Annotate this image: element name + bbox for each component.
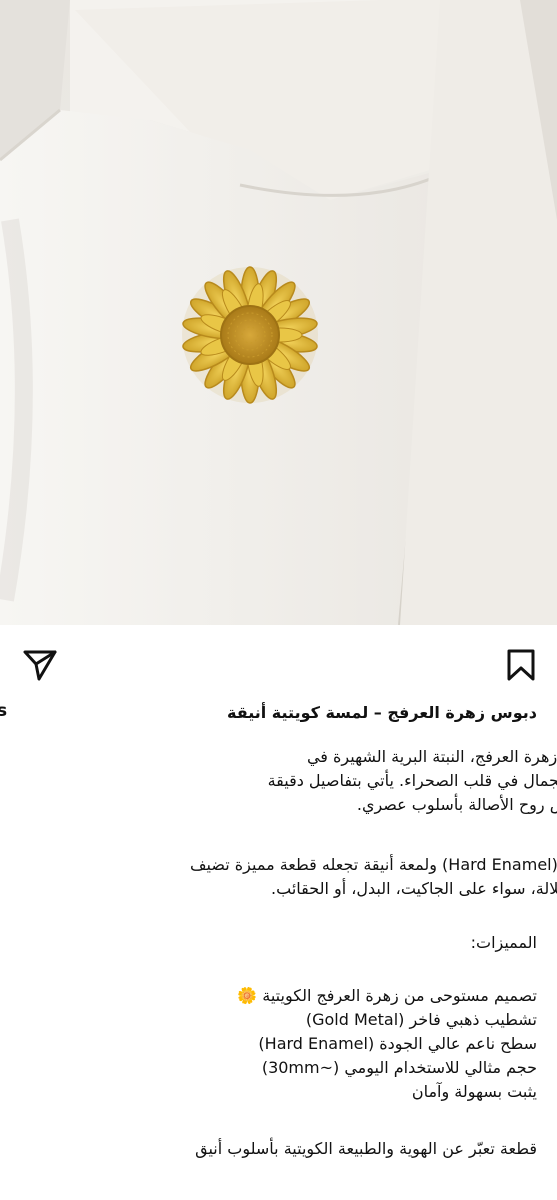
bookmark-icon xyxy=(507,649,535,681)
caption-paragraph-1: استوحى هذا الدبوس تصميمه من زهرة العرفج،… xyxy=(268,745,557,817)
caption-closing: قطعة تعبّر عن الهوية والطبيعة الكويتية ب… xyxy=(195,1139,537,1158)
account-name-fragment[interactable]: s xyxy=(0,701,7,721)
feature-item: يثبت بسهولة وآمان xyxy=(411,1082,537,1101)
send-icon xyxy=(23,650,57,681)
sunflower-pin xyxy=(182,266,318,404)
jacket-photo xyxy=(0,0,557,625)
post-image[interactable] xyxy=(0,0,557,625)
feature-item: حجم مثالي للاستخدام اليومي (~30mm) xyxy=(261,1058,537,1077)
post-actions-bar xyxy=(0,625,557,697)
features-heading: المميزات: xyxy=(470,933,537,952)
caption-line: الكويت، والتي ترمز إلى الصبر والجمال في … xyxy=(267,771,557,790)
caption-line: يتميز بسطح ناعم (Hard Enamel) ولمعة أنيق… xyxy=(189,855,557,874)
caption-line: طابعًا راقيًا لأي إطلالة، سواء على الجاك… xyxy=(271,879,557,898)
save-button[interactable] xyxy=(501,645,541,685)
caption-line: استوحى هذا الدبوس تصميمه من زهرة العرفج،… xyxy=(306,747,557,766)
caption-line: وتشطيب معدني ذهبي فاخر يعكس روح الأصالة … xyxy=(356,795,557,814)
post-caption: s دبوس زهرة العرفج – لمسة كويتية أنيقة ا… xyxy=(0,697,557,1200)
caption-paragraph-2: يتميز بسطح ناعم (Hard Enamel) ولمعة أنيق… xyxy=(190,853,557,901)
feature-item: تصميم مستوحى من زهرة العرفج الكويتية 🌼 xyxy=(237,986,537,1005)
caption-title: دبوس زهرة العرفج – لمسة كويتية أنيقة xyxy=(226,703,537,722)
features-list: تصميم مستوحى من زهرة العرفج الكويتية 🌼 ت… xyxy=(237,984,537,1104)
feature-item: تشطيب ذهبي فاخر (Gold Metal) xyxy=(305,1010,537,1029)
feature-item: سطح ناعم عالي الجودة (Hard Enamel) xyxy=(258,1034,537,1053)
share-button[interactable] xyxy=(20,645,60,685)
